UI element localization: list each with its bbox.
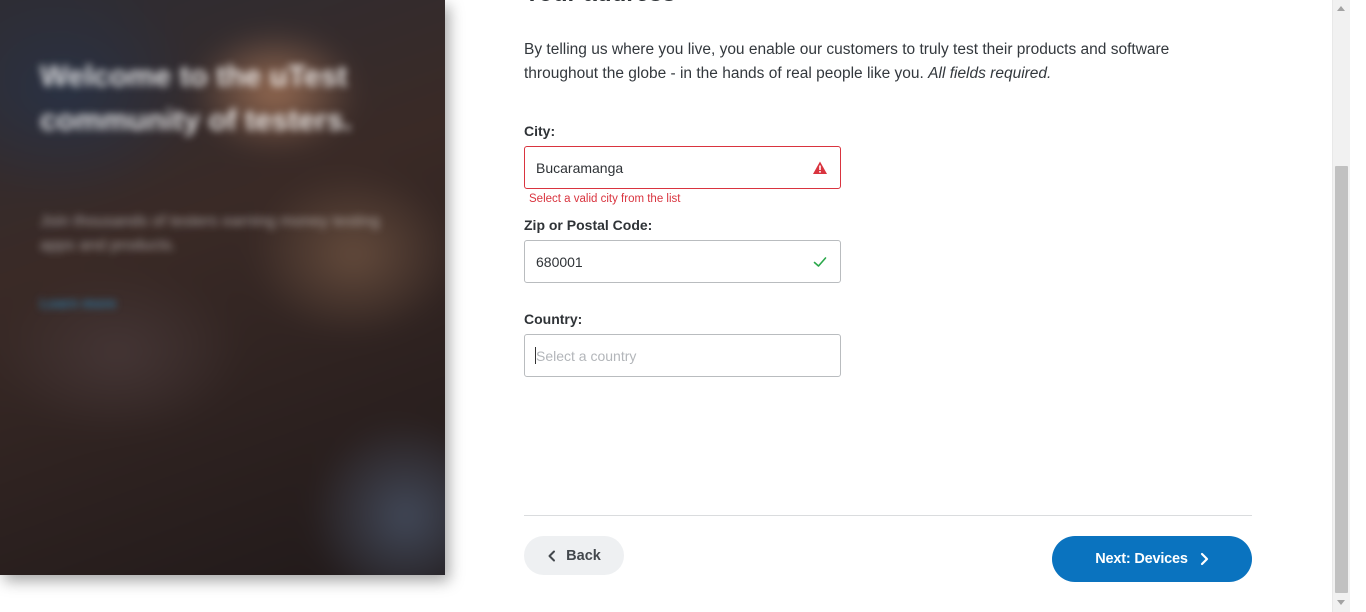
hero-subtitle: Join thousands of testers earning money … [40, 213, 380, 254]
zip-label: Zip or Postal Code: [524, 217, 653, 233]
scroll-down-arrow[interactable] [1337, 600, 1345, 605]
city-label: City: [524, 123, 556, 139]
chevron-left-icon [548, 550, 556, 561]
check-icon [813, 257, 827, 267]
country-placeholder: Select a country [536, 348, 637, 364]
footer-divider [524, 515, 1252, 516]
page-heading: Your address [524, 0, 676, 8]
hero-image: Welcome to the uTest community of tester… [0, 0, 445, 575]
country-label: Country: [524, 311, 583, 327]
next-devices-button[interactable]: Next: Devices [1052, 536, 1252, 582]
scroll-up-arrow[interactable] [1337, 6, 1345, 11]
zip-input[interactable]: 680001 [524, 240, 841, 283]
city-value: Bucaramanga [536, 160, 624, 176]
intro-body: By telling us where you live, you enable… [524, 41, 1170, 82]
city-input[interactable]: Bucaramanga [524, 146, 841, 189]
next-button-label: Next: Devices [1095, 551, 1188, 567]
hero-title: Welcome to the uTest community of tester… [40, 60, 352, 137]
hero-link: Learn more [40, 295, 117, 311]
chevron-right-icon [1200, 552, 1208, 566]
city-error-message: Select a valid city from the list [529, 193, 681, 205]
back-button[interactable]: Back [524, 536, 624, 575]
intro-required-note: All fields required. [928, 65, 1052, 82]
warning-icon [813, 161, 827, 174]
vertical-scrollbar[interactable] [1332, 0, 1350, 612]
scroll-thumb[interactable] [1335, 166, 1348, 593]
intro-text: By telling us where you live, you enable… [524, 38, 1244, 86]
zip-value: 680001 [536, 254, 583, 270]
back-button-label: Back [566, 547, 601, 564]
country-select[interactable]: Select a country [524, 334, 841, 377]
